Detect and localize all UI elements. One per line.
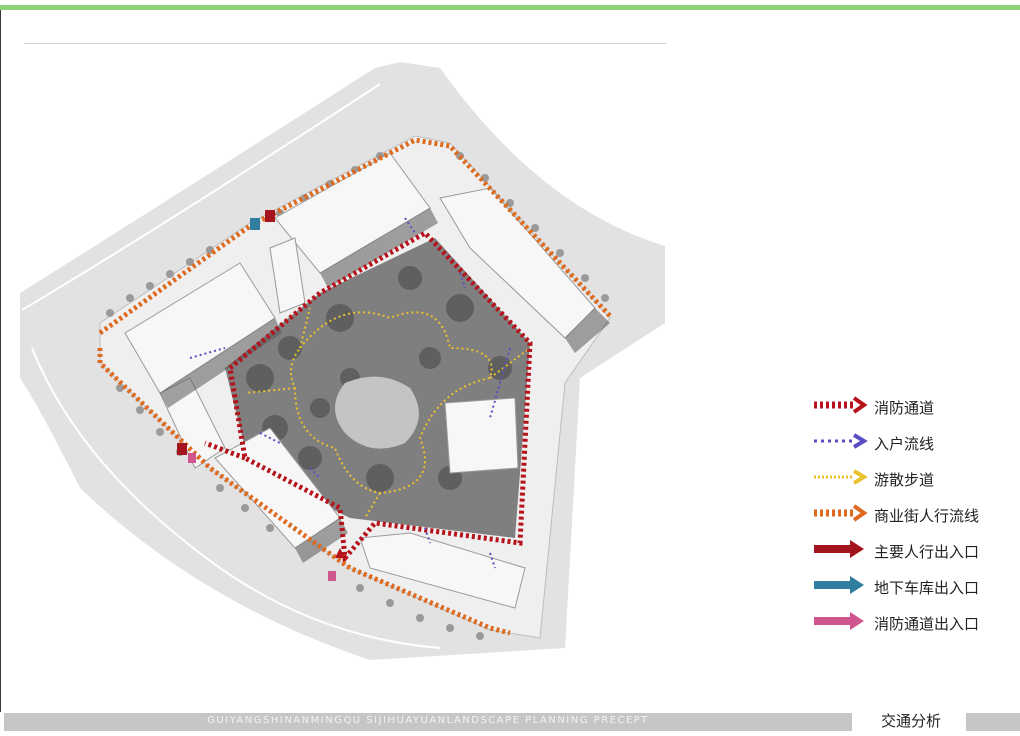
stroll-path-symbol [814, 469, 868, 485]
household-route-symbol [814, 433, 868, 449]
footer-caption: GUIYANGSHINANMINGQU SIJIHUAYUANLANDSCAPE… [207, 715, 649, 726]
footer-bar: GUIYANGSHINANMINGQU SIJIHUAYUANLANDSCAPE… [4, 713, 852, 731]
legend-item-fire-entry: 消防通道出入口 [812, 611, 1012, 647]
legend-label: 地下车库出入口 [874, 579, 980, 597]
left-border [0, 10, 1, 712]
legend-item-fire-lane: 消防通道 [812, 395, 1012, 431]
legend-label: 主要人行出入口 [874, 543, 980, 561]
footer-title: 交通分析 [880, 712, 941, 730]
main-entry-arrow-icon [814, 540, 864, 558]
site-plan [20, 62, 665, 660]
fire-lane-symbol [814, 396, 868, 414]
legend-item-commercial-route: 商业街人行流线 [812, 503, 1012, 539]
footer-end-bar [966, 713, 1020, 731]
legend: 消防通道 入户流线 游散步道 商业街人行流线 主要人行出入口 地下车库出入口 消… [812, 395, 1012, 647]
legend-label: 消防通道出入口 [874, 615, 980, 633]
top-accent-bar [0, 5, 1020, 10]
legend-label: 游散步道 [874, 471, 935, 489]
legend-label: 入户流线 [874, 435, 935, 453]
legend-label: 商业街人行流线 [874, 507, 980, 525]
legend-item-household-route: 入户流线 [812, 431, 1012, 467]
fire-entry-arrow-icon [814, 612, 864, 630]
plan-top-rule [24, 43, 666, 44]
legend-item-stroll-path: 游散步道 [812, 467, 1012, 503]
legend-item-main-entry: 主要人行出入口 [812, 539, 1012, 575]
commercial-route-symbol [814, 504, 868, 522]
garage-entry-arrow-icon [814, 576, 864, 594]
legend-label: 消防通道 [874, 399, 935, 417]
legend-item-garage-entry: 地下车库出入口 [812, 575, 1012, 611]
